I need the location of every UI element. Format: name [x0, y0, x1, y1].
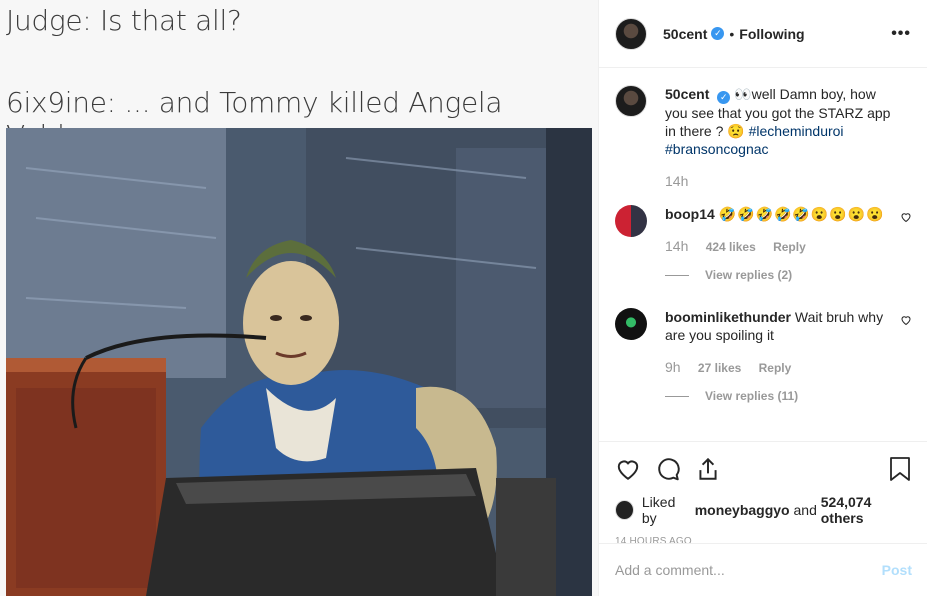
replies-divider-line: [665, 274, 689, 276]
post-side-panel: 50cent ✓ • Following ••• 50cent ✓ 👀well …: [598, 0, 927, 596]
comment-icon[interactable]: [655, 456, 681, 485]
caption-time[interactable]: 14h: [665, 173, 688, 189]
replies-divider-line: [665, 395, 689, 397]
separator-dot: •: [729, 25, 735, 42]
meme-caption-line-1: Judge: Is that all?: [6, 4, 242, 37]
more-options-icon[interactable]: •••: [891, 25, 911, 43]
liked-by-summary: Liked by moneybaggyo and 524,074 others: [615, 494, 912, 526]
comment-item: boop14 🤣🤣🤣🤣🤣😮😮😮😮 14h 424 likes Reply Vie…: [615, 205, 912, 284]
caption-avatar[interactable]: [615, 85, 647, 117]
liker-avatar[interactable]: [615, 500, 634, 520]
liked-by-and: and: [793, 502, 817, 518]
reply-button[interactable]: Reply: [773, 240, 806, 254]
comment-time[interactable]: 9h: [665, 359, 681, 375]
heart-small-icon[interactable]: [900, 314, 912, 329]
comments-list[interactable]: 50cent ✓ 👀well Damn boy, how you see tha…: [599, 69, 927, 441]
comment-likes[interactable]: 424 likes: [706, 240, 756, 254]
view-replies-button[interactable]: View replies (2): [665, 266, 897, 284]
author-avatar[interactable]: [615, 17, 647, 50]
verified-badge-icon: ✓: [711, 27, 725, 40]
comment-likes[interactable]: 27 likes: [698, 361, 741, 375]
commenter-avatar[interactable]: [615, 205, 647, 237]
comment-time[interactable]: 14h: [665, 238, 688, 254]
caption: 50cent ✓ 👀well Damn boy, how you see tha…: [615, 85, 912, 191]
reply-button[interactable]: Reply: [759, 361, 792, 375]
post-actions: Liked by moneybaggyo and 524,074 others …: [599, 441, 927, 547]
author-username[interactable]: 50cent: [663, 26, 707, 42]
post-image[interactable]: Judge: Is that all? 6ix9ine: ... and Tom…: [0, 0, 598, 596]
following-button[interactable]: Following: [739, 26, 804, 42]
heart-small-icon[interactable]: [900, 211, 912, 226]
post-comment-button[interactable]: Post: [882, 562, 912, 578]
likes-count[interactable]: 524,074 others: [821, 494, 912, 526]
view-replies-label: View replies (11): [705, 389, 799, 403]
comment-username[interactable]: boop14: [665, 206, 715, 222]
comment-username[interactable]: boominlikethunder: [665, 309, 791, 325]
courtroom-sketch-illustration: [6, 128, 592, 596]
heart-icon[interactable]: [615, 456, 641, 485]
hashtag-link[interactable]: #lecheminduroi: [749, 123, 844, 139]
comment-composer: Post: [599, 543, 927, 596]
view-replies-label: View replies (2): [705, 268, 793, 282]
post-header: 50cent ✓ • Following •••: [599, 0, 927, 68]
add-comment-input[interactable]: [615, 562, 882, 578]
view-replies-button[interactable]: View replies (11): [665, 387, 897, 405]
eyes-emoji: 👀: [734, 86, 752, 102]
caption-username[interactable]: 50cent: [665, 86, 709, 102]
worried-emoji: 😟: [727, 123, 745, 139]
comment-text: 🤣🤣🤣🤣🤣😮😮😮😮: [718, 206, 885, 222]
bookmark-icon[interactable]: [888, 456, 912, 485]
verified-badge-icon: ✓: [717, 91, 731, 104]
commenter-avatar[interactable]: [615, 308, 647, 340]
comment-item: boominlikethunder Wait bruh why are you …: [615, 308, 912, 405]
liked-by-user[interactable]: moneybaggyo: [695, 502, 790, 518]
hashtag-link[interactable]: #bransoncognac: [665, 141, 769, 157]
liked-by-prefix: Liked by: [641, 494, 676, 526]
share-icon[interactable]: [695, 456, 721, 485]
